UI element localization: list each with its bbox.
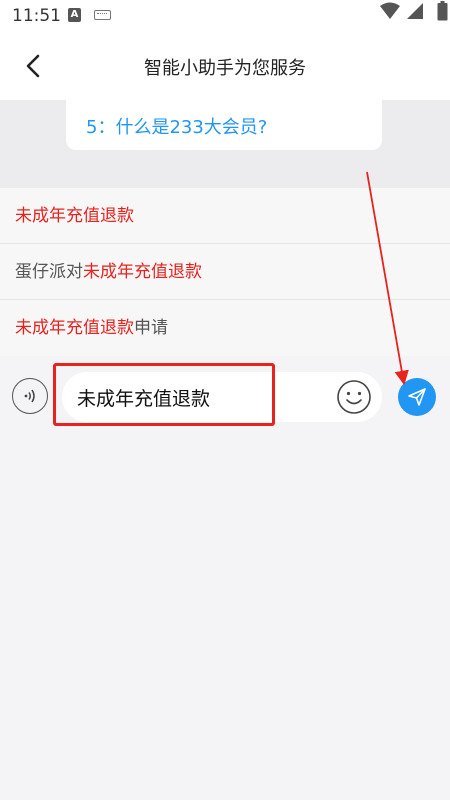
suggestion-highlight: 未成年充值退款	[83, 262, 202, 282]
send-button[interactable]	[398, 378, 436, 416]
faq-bubble: 5：什么是233大会员?	[66, 100, 382, 150]
suggestion-text: 蛋仔派对	[15, 262, 83, 282]
emoji-button[interactable]	[336, 379, 372, 415]
suggestion-text: 申请	[134, 318, 168, 338]
suggestion-item[interactable]: 蛋仔派对未成年充值退款	[0, 244, 450, 300]
voice-icon	[24, 389, 35, 403]
a-app-icon: A	[68, 8, 81, 22]
wifi-icon	[380, 2, 400, 19]
voice-button[interactable]	[12, 378, 48, 414]
page-title: 智能小助手为您服务	[144, 58, 306, 79]
status-time: 11:51	[12, 6, 61, 26]
suggestion-highlight: 未成年充值退款	[15, 206, 134, 226]
suggestion-item[interactable]: 未成年充值退款	[0, 188, 450, 244]
status-bar: 11:51 A	[0, 0, 450, 32]
smiley-icon	[337, 380, 371, 414]
keyboard-icon	[94, 10, 111, 20]
message-input-wrap	[62, 372, 382, 422]
suggestion-item[interactable]: 未成年充值退款申请	[0, 300, 450, 356]
chat-area: 5：什么是233大会员?	[0, 100, 450, 188]
input-bar	[0, 356, 450, 440]
header: 智能小助手为您服务	[0, 32, 450, 100]
message-input[interactable]	[77, 384, 327, 410]
signal-icon	[407, 3, 423, 19]
paper-plane-icon	[408, 388, 426, 406]
suggestion-list: 未成年充值退款 蛋仔派对未成年充值退款 未成年充值退款申请	[0, 188, 450, 356]
faq-question-link[interactable]: 5：什么是233大会员?	[86, 113, 267, 139]
suggestion-highlight: 未成年充值退款	[15, 318, 134, 338]
battery-icon	[437, 1, 448, 21]
